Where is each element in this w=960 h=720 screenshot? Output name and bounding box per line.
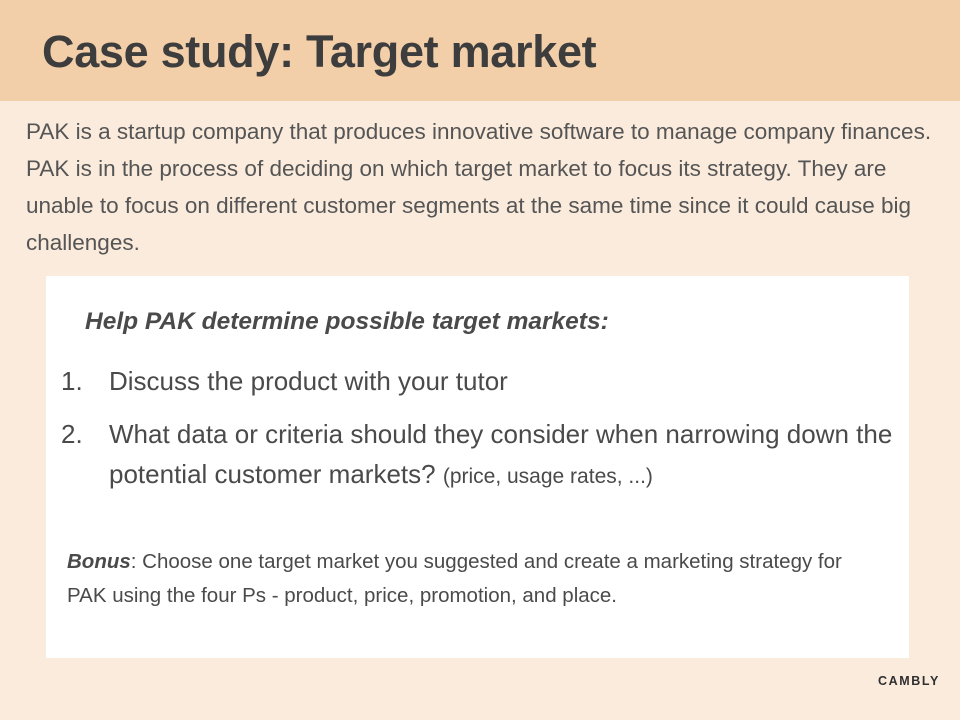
task-text: Discuss the product with your tutor [109,361,899,401]
task-card: Help PAK determine possible target marke… [46,276,909,658]
bonus-text: : Choose one target market you suggested… [67,550,842,607]
case-description: PAK is a startup company that produces i… [26,119,932,255]
task-number: 2. [61,419,83,449]
task-text-main: Discuss the product with your tutor [109,366,508,396]
task-number: 1. [61,366,83,396]
brand-logo: CAMBLY [878,674,940,688]
title-bar: Case study: Target market [0,0,960,101]
task-text: What data or criteria should they consid… [109,414,899,497]
task-heading: Help PAK determine possible target marke… [85,308,609,335]
slide-title: Case study: Target market [42,26,597,77]
task-hint: (price, usage rates, ...) [442,465,653,488]
bonus-label: Bonus [67,550,131,573]
bonus-note: Bonus: Choose one target market you sugg… [67,545,887,613]
